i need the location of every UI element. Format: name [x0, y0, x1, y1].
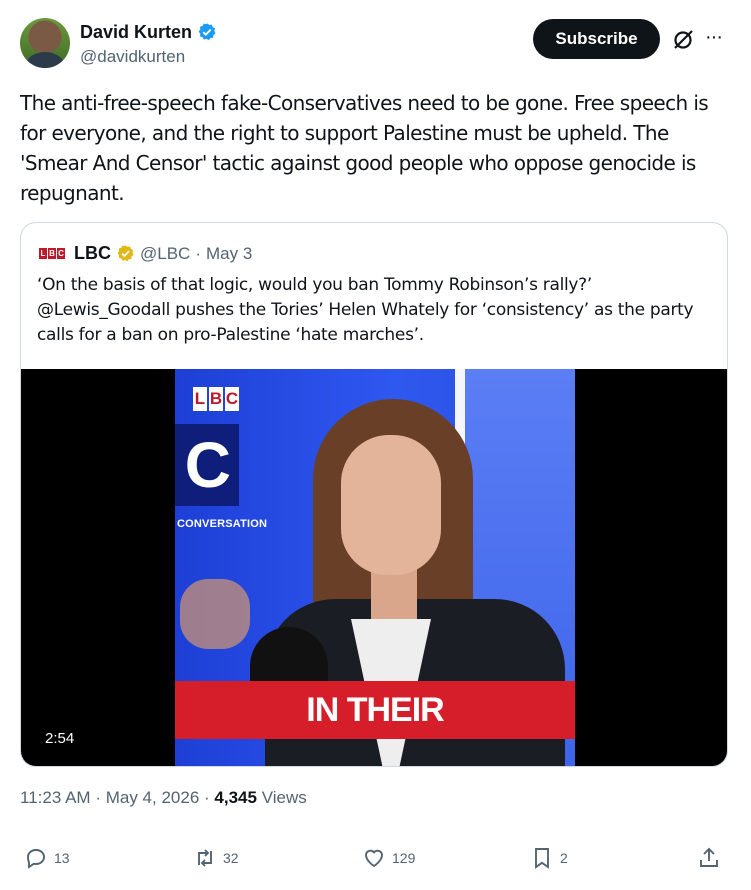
- repost-count: 32: [223, 850, 239, 866]
- author-handle[interactable]: @davidkurten: [80, 47, 185, 67]
- video-logo-letter-c: C: [225, 387, 239, 411]
- lbc-logo-letter-l: L: [39, 248, 47, 259]
- conversation-label: CONVERSATION: [177, 518, 268, 530]
- grok-icon[interactable]: [671, 28, 695, 52]
- studio-big-letter: C: [175, 424, 239, 506]
- verified-gold-icon: [117, 245, 134, 262]
- quote-date[interactable]: May 3: [206, 244, 252, 264]
- quote-author-handle[interactable]: @LBC: [140, 244, 190, 264]
- video-caption: IN THEIR: [306, 690, 444, 729]
- timestamp-row: 11:23 AM · May 4, 2026 · 4,345 Views: [20, 788, 307, 808]
- share-button[interactable]: [697, 846, 721, 870]
- quoted-tweet[interactable]: L B C LBC @LBC · May 3 ‘On the basis of …: [20, 222, 728, 767]
- quote-author-name[interactable]: LBC: [74, 243, 111, 264]
- video-duration: 2:54: [45, 730, 75, 747]
- meta-separator: ·: [95, 788, 101, 807]
- author-name-row[interactable]: David Kurten: [80, 22, 217, 42]
- bookmark-count: 2: [560, 850, 568, 866]
- like-icon: [365, 849, 383, 868]
- reply-button[interactable]: 13: [24, 846, 70, 870]
- avatar[interactable]: [20, 18, 70, 68]
- video-frame: L B C C CONVERSATION IN THEIR: [175, 369, 575, 766]
- reply-count: 13: [54, 850, 70, 866]
- action-bar: 13 32 129 2: [0, 846, 751, 876]
- quote-header: L B C LBC @LBC · May 3: [39, 243, 252, 264]
- presenter-face: [341, 435, 441, 575]
- author-name[interactable]: David Kurten: [80, 22, 192, 42]
- lbc-logo-letter-c: C: [57, 248, 65, 259]
- views-count: 4,345: [214, 788, 257, 807]
- views-label: Views: [261, 788, 307, 807]
- lbc-video-logo: L B C: [193, 387, 239, 411]
- video-logo-letter-l: L: [193, 387, 207, 411]
- verified-icon: [198, 23, 216, 41]
- lbc-logo-icon: L B C: [39, 248, 65, 259]
- quote-text: ‘On the basis of that logic, would you b…: [37, 275, 694, 345]
- repost-icon: [198, 849, 212, 867]
- bookmark-button[interactable]: 2: [530, 846, 568, 870]
- video-caption-bar: IN THEIR: [175, 681, 575, 739]
- quote-separator: ·: [195, 243, 201, 263]
- avatar-shoulders: [26, 52, 64, 68]
- video-player[interactable]: L B C C CONVERSATION IN THEIR 2:54: [21, 369, 727, 766]
- video-logo-letter-b: B: [209, 387, 223, 411]
- more-icon[interactable]: ···: [705, 27, 727, 50]
- like-button[interactable]: 129: [362, 846, 415, 870]
- tweet-date[interactable]: May 4, 2026: [106, 788, 200, 807]
- tweet-text: The anti-free-speech fake-Conservatives …: [20, 91, 709, 205]
- meta-separator-2: ·: [204, 788, 210, 807]
- share-icon: [700, 847, 718, 867]
- reply-icon: [27, 849, 45, 869]
- like-count: 129: [392, 850, 416, 866]
- lbc-logo-letter-b: B: [48, 248, 56, 259]
- repost-button[interactable]: 32: [193, 846, 239, 870]
- presenter-hand: [180, 579, 250, 649]
- tweet-time[interactable]: 11:23 AM: [20, 788, 91, 807]
- subscribe-button[interactable]: Subscribe: [533, 19, 660, 59]
- tweet-detail: David Kurten @davidkurten Subscribe ··· …: [0, 0, 751, 890]
- bookmark-icon: [535, 848, 549, 869]
